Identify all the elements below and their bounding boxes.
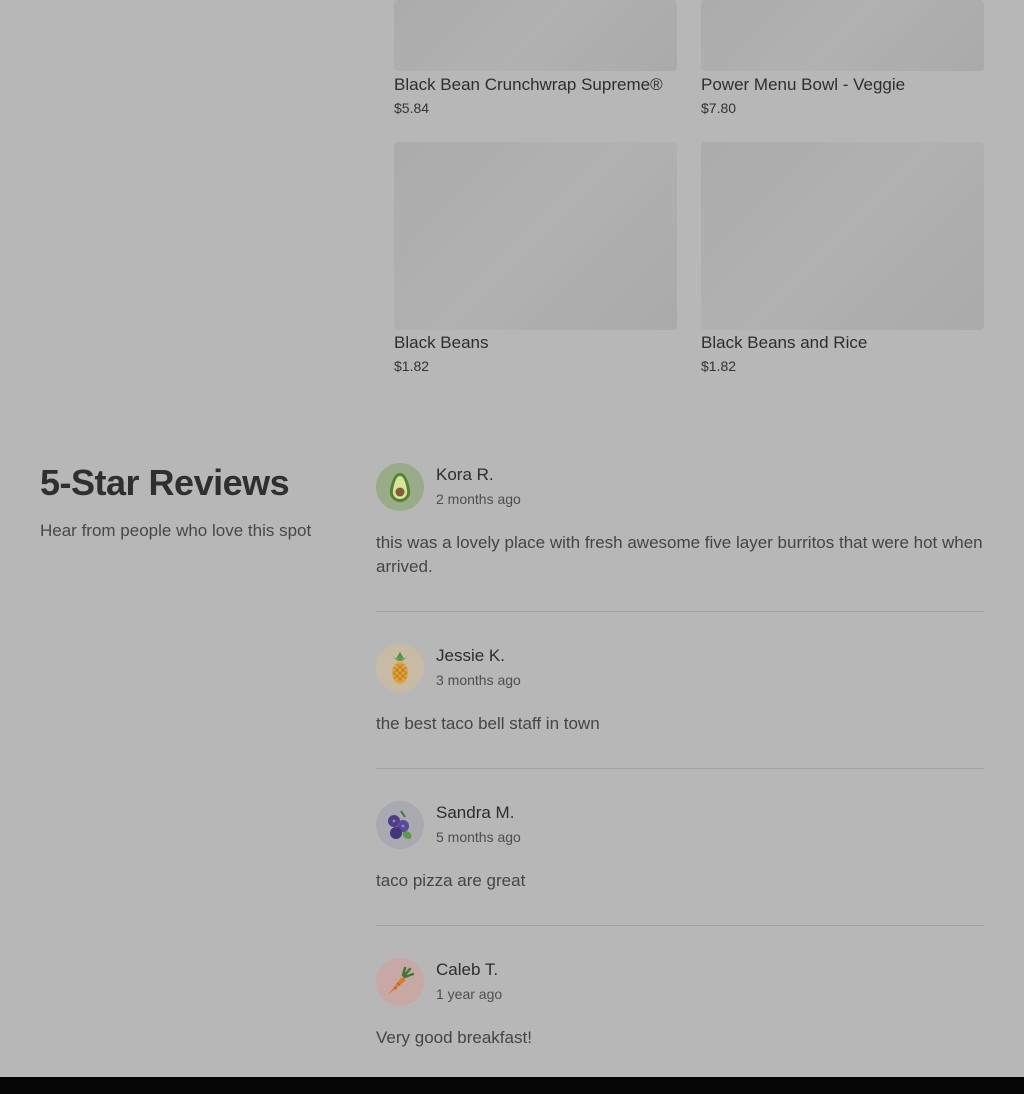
menu-item-image[interactable] [701, 142, 984, 330]
menu-item-price: $5.84 [394, 100, 430, 116]
review-time: 5 months ago [436, 829, 521, 845]
reviewer-name: Kora R. [436, 465, 494, 484]
review-text: this was a lovely place with fresh aweso… [376, 533, 983, 576]
blueberry-icon [385, 808, 415, 842]
review-time: 1 year ago [436, 986, 503, 1002]
review-text: taco pizza are great [376, 871, 526, 890]
menu-item-price: $1.82 [701, 358, 737, 374]
reviewer-avatar [376, 958, 424, 1006]
menu-item-name: Black Beans and Rice [701, 333, 868, 352]
footer-bar [0, 1077, 1024, 1094]
menu-item-price: $7.80 [701, 100, 737, 116]
reviewer-avatar [376, 463, 424, 511]
reviewer-name: Caleb T. [436, 960, 499, 979]
reviewer-name: Jessie K. [436, 646, 505, 665]
reviewer-avatar [376, 801, 424, 849]
menu-item-name: Power Menu Bowl - Veggie [701, 75, 906, 94]
review-text: the best taco bell staff in town [376, 714, 600, 733]
avocado-icon [387, 471, 413, 503]
carrot-icon [384, 966, 416, 998]
review-divider [376, 925, 984, 926]
review-time: 2 months ago [436, 491, 521, 507]
menu-item-name: Black Beans [394, 333, 489, 352]
reviews-subtitle: Hear from people who love this spot [40, 521, 312, 540]
reviewer-name: Sandra M. [436, 803, 515, 822]
reviews-title: 5-Star Reviews [40, 462, 290, 503]
review-text: Very good breakfast! [376, 1028, 532, 1047]
pineapple-icon [387, 651, 413, 685]
menu-item-image[interactable] [701, 0, 984, 71]
review-divider [376, 611, 984, 612]
menu-item-image[interactable] [394, 0, 677, 71]
reviewer-avatar [376, 644, 424, 692]
review-time: 3 months ago [436, 672, 521, 688]
review-divider [376, 768, 984, 769]
menu-item-image[interactable] [394, 142, 677, 330]
menu-item-name: Black Bean Crunchwrap Supreme® [394, 75, 663, 94]
menu-item-price: $1.82 [394, 358, 430, 374]
